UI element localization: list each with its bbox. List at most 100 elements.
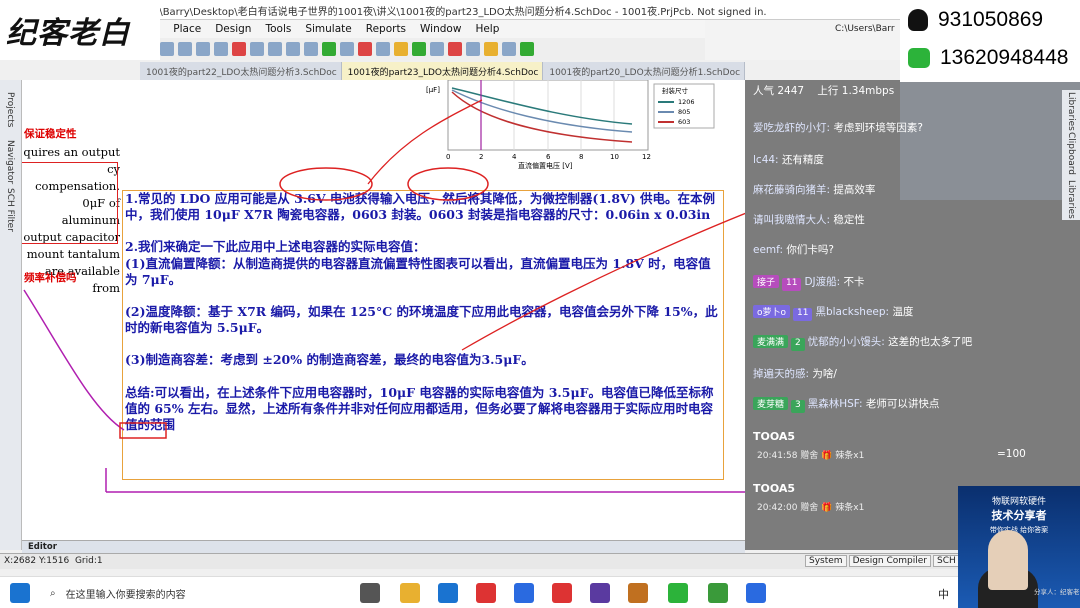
app-icon[interactable] <box>590 583 610 603</box>
x-tick: 6 <box>546 153 551 161</box>
menu-design[interactable]: Design <box>215 23 251 35</box>
chrome-icon[interactable] <box>476 583 496 603</box>
editor-tab[interactable]: Editor <box>28 542 57 552</box>
legend-603: 603 <box>678 118 690 126</box>
panel-libraries[interactable]: Libraries <box>1066 92 1076 131</box>
panel-clipboard[interactable]: Clipboard <box>1066 132 1076 175</box>
no-erc-icon[interactable] <box>448 42 462 56</box>
level-badge: 11 <box>782 278 802 291</box>
paste-icon[interactable] <box>268 42 282 56</box>
paragraph-4: (2)温度降额：基于 X7R 编码，如果在 125°C 的环境温度下应用此电容器… <box>125 304 718 336</box>
app-icon[interactable] <box>708 583 728 603</box>
undo-icon[interactable] <box>286 42 300 56</box>
print-icon[interactable] <box>214 42 228 56</box>
legend-1206: 1206 <box>678 98 695 106</box>
status-buttons: System Design Compiler SCH <box>805 555 960 567</box>
app-icon[interactable] <box>746 583 766 603</box>
contact-overlay: 931050869 13620948448 <box>900 0 1080 82</box>
gift-line: 20:41:58 赠舍 🎁 辣条x1 <box>757 451 865 461</box>
x-tick: 12 <box>642 153 651 161</box>
wechat-number: 13620948448 <box>940 46 1069 69</box>
new-icon[interactable] <box>160 42 174 56</box>
chat-background-sheet <box>900 80 1080 200</box>
part-icon[interactable] <box>394 42 408 56</box>
open-icon[interactable] <box>178 42 192 56</box>
red-label-freq-comp: 频率补偿吗 <box>24 272 77 284</box>
design-compiler-button[interactable]: Design Compiler <box>848 555 932 567</box>
english-line: quires an output <box>23 145 120 159</box>
windows-taskbar: ⌕ 在这里输入你要搜索的内容 中 <box>0 576 1080 608</box>
sheet-symbol-icon[interactable] <box>412 42 426 56</box>
logo-text: 纪客老白 <box>6 16 130 51</box>
bus-icon[interactable] <box>340 42 354 56</box>
taskbar-search[interactable]: ⌕ 在这里输入你要搜索的内容 <box>40 581 340 605</box>
power-port-icon[interactable] <box>376 42 390 56</box>
schematic-canvas[interactable]: ⁠ 保证稳定性 quires an output cy compensation… <box>22 80 745 540</box>
menu-window[interactable]: Window <box>420 23 461 35</box>
net-label-icon[interactable] <box>358 42 372 56</box>
menu-tools[interactable]: Tools <box>265 23 291 35</box>
port-icon[interactable] <box>430 42 444 56</box>
chat-message: 请叫我嗷情大人: 稳定性 <box>753 214 865 226</box>
qq-icon <box>908 9 928 31</box>
start-icon[interactable] <box>10 583 30 603</box>
panel-navigator[interactable]: Navigator <box>5 140 15 184</box>
chat-message: eemf: 你们卡吗? <box>753 244 834 256</box>
wechat-taskbar-icon[interactable] <box>668 583 688 603</box>
paragraph-3: (1)直流偏置降额：从制造商提供的电容器直流偏置特性图表可以看出，直流偏置电压为… <box>125 255 711 287</box>
menu-bar: ject Place Design Tools Simulate Reports… <box>140 20 760 38</box>
menu-reports[interactable]: Reports <box>366 23 406 35</box>
redo-icon[interactable] <box>304 42 318 56</box>
level-badge: 3 <box>791 400 805 413</box>
left-panel-strip: Projects Navigator SCH Filter <box>0 80 22 550</box>
edge-icon[interactable] <box>438 583 458 603</box>
panel-libraries-2[interactable]: Libraries <box>1066 180 1076 219</box>
path-box[interactable]: C:\Users\Barr <box>835 24 895 34</box>
calculator-icon[interactable] <box>360 583 380 603</box>
window-title: rs\Barry\Desktop\老白有话说电子世界的1001夜\讲义\1001… <box>150 7 767 18</box>
panel-sch-filter[interactable]: SCH Filter <box>5 188 15 232</box>
chat-header: 人气 2447 上行 1.34mbps <box>753 85 895 97</box>
legend-title: 封装尺寸 <box>662 86 689 95</box>
wire-icon[interactable] <box>322 42 336 56</box>
text-frame-icon[interactable] <box>466 42 480 56</box>
chat-message: 接子 11 DJ渡船: 不卡 <box>753 274 865 291</box>
chat-message: 爱吃龙虾的小灯: 考虑到环境等因素? <box>753 122 923 134</box>
chat-message: lc44: 还有精度 <box>753 154 824 166</box>
sch-button[interactable]: SCH <box>933 555 960 567</box>
right-panel-strip: Libraries Clipboard Libraries <box>1062 90 1080 220</box>
tab-part23[interactable]: 1001夜的part23_LDO太热问题分析4.SchDoc <box>341 62 544 80</box>
red-label-stability: 保证稳定性 <box>24 128 77 140</box>
app-icon[interactable] <box>552 583 572 603</box>
qq-number: 931050869 <box>938 8 1044 31</box>
altium-icon[interactable] <box>628 583 648 603</box>
copy-icon[interactable] <box>250 42 264 56</box>
speaker-card: 物联网软硬件 技术分享者 带你实战 给你答案 分享人：纪客老白 <box>958 486 1080 608</box>
x-tick: 2 <box>479 153 483 161</box>
ime-indicator[interactable]: 中 <box>938 586 949 602</box>
save-icon[interactable] <box>196 42 210 56</box>
panel-projects[interactable]: Projects <box>5 92 15 127</box>
speaker-line1: 物联网软硬件 <box>991 497 1046 507</box>
tab-part20[interactable]: 1001夜的part20_LDO太热问题分析1.SchDoc <box>543 62 746 80</box>
menu-simulate[interactable]: Simulate <box>305 23 351 35</box>
compile-icon[interactable] <box>520 42 534 56</box>
chat-message: 麻花藤骑向猪羊: 提高效率 <box>753 184 876 196</box>
menu-place[interactable]: Place <box>173 23 201 35</box>
menu-help[interactable]: Help <box>475 23 499 35</box>
magenta-line <box>23 289 125 431</box>
cut-icon[interactable] <box>232 42 246 56</box>
file-explorer-icon[interactable] <box>400 583 420 603</box>
gift-icon: 🎁 <box>821 503 833 513</box>
chat-message: 麦满满 2 忧郁的小小馒头: 这差的也太多了吧 <box>753 334 972 351</box>
align-icon[interactable] <box>502 42 516 56</box>
dc-bias-chart: [μF] 0 2 4 6 8 10 12 直流偏置电压 [V] 封装尺寸 120… <box>426 80 715 170</box>
cursor-coords: X:2682 Y:1516 Grid:1 <box>4 556 103 566</box>
tab-part22[interactable]: 1001夜的part22_LDO太热问题分析3.SchDoc <box>140 62 342 80</box>
word-icon[interactable] <box>514 583 534 603</box>
y-axis-label: [μF] <box>426 86 440 94</box>
paragraph-5: (3)制造商容差：考虑到 ±20% 的制造商容差，最终的电容值为3.5μF。 <box>125 352 534 368</box>
system-button[interactable]: System <box>805 555 847 567</box>
live-chat-panel: 人气 2447 上行 1.34mbps 爱吃龙虾的小灯: 考虑到环境等因素? l… <box>745 80 1080 550</box>
drawing-tools-icon[interactable] <box>484 42 498 56</box>
